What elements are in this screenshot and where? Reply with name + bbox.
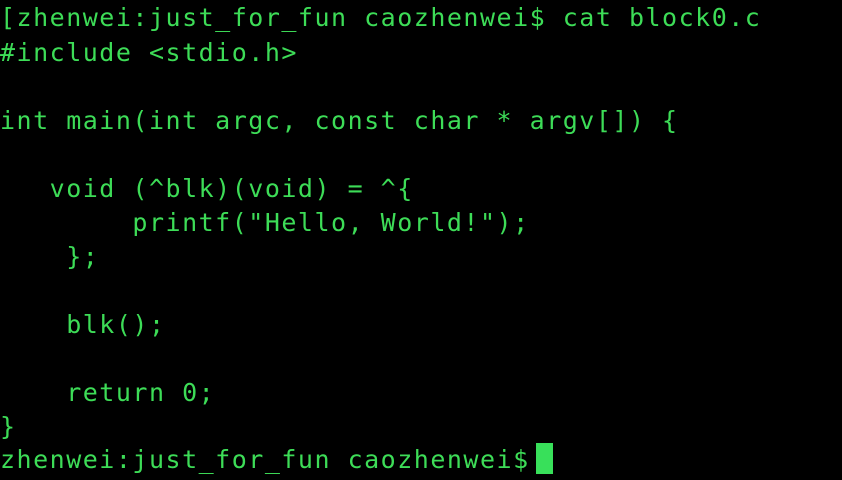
code-line-main-signature: int main(int argc, const char * argv[]) … xyxy=(0,106,679,135)
code-line-block-declaration: void (^blk)(void) = ^{ xyxy=(0,174,414,203)
terminal-prompt: zhenwei:just_for_fun caozhenwei$ xyxy=(0,445,530,474)
code-line-block-call: blk(); xyxy=(0,310,166,339)
terminal-prompt-line[interactable]: zhenwei:just_for_fun caozhenwei$ xyxy=(0,443,553,477)
code-line-printf: printf("Hello, World!"); xyxy=(0,208,530,237)
code-line-return: return 0; xyxy=(0,378,216,407)
code-line-include: #include <stdio.h> xyxy=(0,38,298,67)
code-line-block-close: }; xyxy=(0,242,100,271)
terminal-window[interactable]: [zhenwei:just_for_fun caozhenwei$ cat bl… xyxy=(0,0,842,480)
terminal-line-command: [zhenwei:just_for_fun caozhenwei$ cat bl… xyxy=(0,3,762,32)
code-line-main-close: } xyxy=(0,412,17,441)
terminal-cursor[interactable] xyxy=(535,443,553,474)
